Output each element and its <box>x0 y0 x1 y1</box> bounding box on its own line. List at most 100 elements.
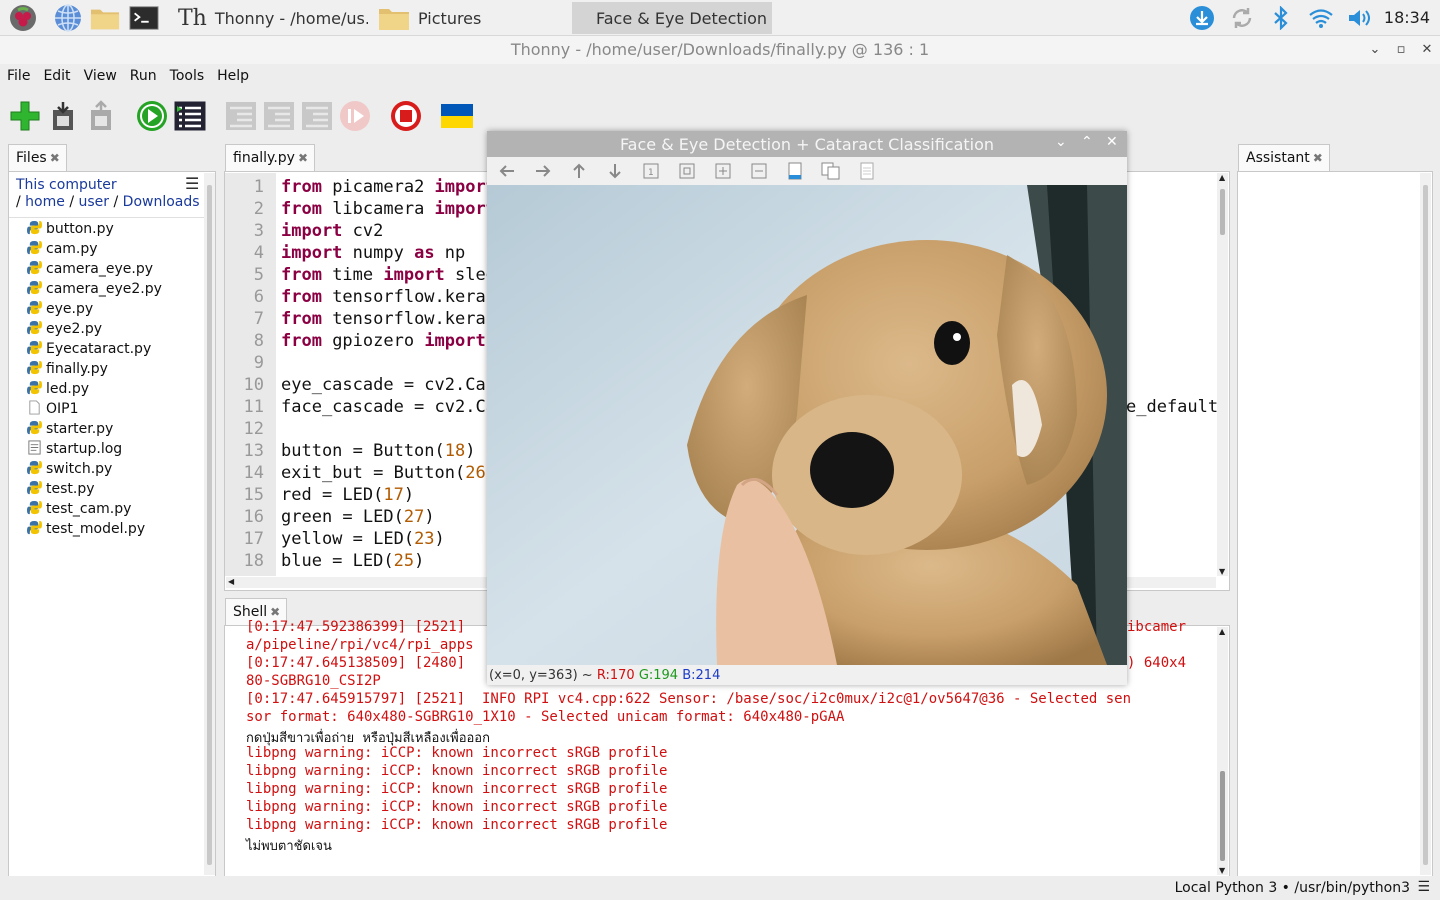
line-number: 14 <box>243 463 264 483</box>
minimize-icon[interactable]: ⌄ <box>1365 40 1385 60</box>
plush-dog-photo <box>487 185 1127 665</box>
tab-finally-py[interactable]: finally.py ✖ <box>225 144 316 172</box>
menu-tools[interactable]: Tools <box>170 64 213 88</box>
pan-left-icon[interactable] <box>497 161 517 181</box>
maximize-icon[interactable]: ▫ <box>1391 40 1411 60</box>
popup-title: Face & Eye Detection + Cataract Classifi… <box>619 135 995 154</box>
assistant-scrollbar[interactable] <box>1420 173 1431 875</box>
close-tab-icon[interactable]: ✖ <box>298 151 308 165</box>
breadcrumb-downloads[interactable]: Downloads <box>123 194 200 210</box>
file-item[interactable]: eye.py <box>27 299 93 319</box>
resume-icon[interactable] <box>339 100 371 132</box>
web-browser-icon[interactable] <box>53 3 83 33</box>
file-item[interactable]: test_model.py <box>27 519 145 539</box>
debug-icon[interactable] <box>174 100 206 132</box>
file-item[interactable]: startup.log <box>27 439 122 459</box>
files-scrollbar[interactable] <box>204 173 215 875</box>
files-location[interactable]: This computer <box>16 177 117 193</box>
file-item[interactable]: starter.py <box>27 419 113 439</box>
zoom-out-icon[interactable] <box>749 161 769 181</box>
file-item[interactable]: finally.py <box>27 359 108 379</box>
file-item[interactable]: button.py <box>27 219 114 239</box>
properties-icon[interactable] <box>857 161 877 181</box>
taskbar-task-pictures[interactable]: Pictures <box>372 2 562 34</box>
step-into-icon[interactable] <box>263 100 295 132</box>
code-keyword: import <box>424 331 486 351</box>
close-tab-icon[interactable]: ✖ <box>1313 151 1323 165</box>
close-icon[interactable]: ✕ <box>1417 40 1437 60</box>
run-icon[interactable] <box>136 100 168 132</box>
file-item[interactable]: Eyecataract.py <box>27 339 151 359</box>
divider <box>9 217 204 218</box>
file-item[interactable]: camera_eye2.py <box>27 279 162 299</box>
popup-titlebar[interactable]: Face & Eye Detection + Cataract Classifi… <box>487 131 1127 157</box>
breadcrumb-user[interactable]: user <box>79 194 110 210</box>
file-item[interactable]: OIP1 <box>27 399 79 419</box>
menu-view[interactable]: View <box>84 64 125 88</box>
camera-frame-image[interactable] <box>487 185 1127 665</box>
volume-icon[interactable] <box>1346 5 1374 31</box>
code-text: button = Button( <box>281 441 445 461</box>
menu-help[interactable]: Help <box>217 64 257 88</box>
file-item[interactable]: test.py <box>27 479 95 499</box>
tab-files[interactable]: Files ✖ <box>8 144 67 172</box>
zoom-original-icon[interactable]: 1 <box>641 161 661 181</box>
sync-icon[interactable] <box>1228 5 1256 31</box>
step-over-icon[interactable] <box>225 100 257 132</box>
save-file-icon[interactable] <box>85 100 117 132</box>
step-out-icon[interactable] <box>301 100 333 132</box>
file-item[interactable]: test_cam.py <box>27 499 131 519</box>
code-text: libcamera <box>321 199 435 219</box>
taskbar-task-face-eye[interactable]: Face & Eye Detection + .. <box>572 2 772 34</box>
breadcrumb-home[interactable]: home <box>25 194 65 210</box>
popup-minimize-icon[interactable]: ⌄ <box>1055 134 1067 150</box>
menu-run[interactable]: Run <box>130 64 165 88</box>
pan-up-icon[interactable] <box>569 161 589 181</box>
camera-preview-window[interactable]: Face & Eye Detection + Cataract Classifi… <box>487 131 1127 685</box>
close-tab-icon[interactable]: ✖ <box>270 605 280 619</box>
hamburger-menu-icon[interactable]: ☰ <box>1417 879 1430 895</box>
file-item[interactable]: switch.py <box>27 459 112 479</box>
clock[interactable]: 18:34 <box>1384 8 1430 27</box>
new-file-icon[interactable] <box>9 100 41 132</box>
code-line: from libcamera import <box>281 199 496 219</box>
window-titlebar[interactable]: Thonny - /home/user/Downloads/finally.py… <box>0 36 1440 64</box>
menu-file[interactable]: File <box>7 64 38 88</box>
menu-edit[interactable]: Edit <box>43 64 78 88</box>
editor-vscrollbar[interactable]: ▲ ▼ <box>1217 173 1228 576</box>
taskbar-task-thonny[interactable]: Th Thonny - /home/us.. <box>172 2 368 34</box>
ukraine-flag-icon[interactable] <box>441 100 473 132</box>
bluetooth-icon[interactable] <box>1267 5 1295 31</box>
updater-icon[interactable] <box>1188 5 1216 31</box>
line-number: 6 <box>253 287 264 307</box>
save-image-icon[interactable] <box>785 161 805 181</box>
pan-down-icon[interactable] <box>605 161 625 181</box>
stop-icon[interactable] <box>390 100 422 132</box>
terminal-icon[interactable] <box>129 3 159 33</box>
file-item[interactable]: led.py <box>27 379 89 399</box>
interpreter-status[interactable]: Local Python 3 • /usr/bin/python3 <box>1175 880 1410 896</box>
files-menu-icon[interactable]: ☰ <box>185 174 199 193</box>
popup-maximize-icon[interactable]: ⌃ <box>1081 134 1093 150</box>
zoom-fit-icon[interactable] <box>677 161 697 181</box>
copy-image-icon[interactable] <box>821 161 841 181</box>
file-item[interactable]: eye2.py <box>27 319 102 339</box>
popup-close-icon[interactable]: ✕ <box>1106 134 1118 150</box>
file-manager-icon[interactable] <box>90 3 120 33</box>
shell-scrollbar[interactable]: ▲ ▼ <box>1217 627 1228 875</box>
code-line: from tensorflow.keras <box>281 287 496 307</box>
code-text: picamera2 <box>321 177 435 197</box>
close-tab-icon[interactable]: ✖ <box>50 151 60 165</box>
file-item[interactable]: camera_eye.py <box>27 259 153 279</box>
code-line: exit_but = Button(26) <box>281 463 496 483</box>
open-file-icon[interactable] <box>47 100 79 132</box>
file-item[interactable]: cam.py <box>27 239 98 259</box>
line-number: 17 <box>243 529 264 549</box>
wifi-icon[interactable] <box>1307 5 1335 31</box>
tab-assistant[interactable]: Assistant ✖ <box>1238 144 1330 172</box>
raspberry-menu-icon[interactable] <box>8 3 38 33</box>
file-item-label: switch.py <box>46 461 113 477</box>
pixel-coords: (x=0, y=363) ~ <box>489 668 593 683</box>
pan-right-icon[interactable] <box>533 161 553 181</box>
zoom-in-icon[interactable] <box>713 161 733 181</box>
